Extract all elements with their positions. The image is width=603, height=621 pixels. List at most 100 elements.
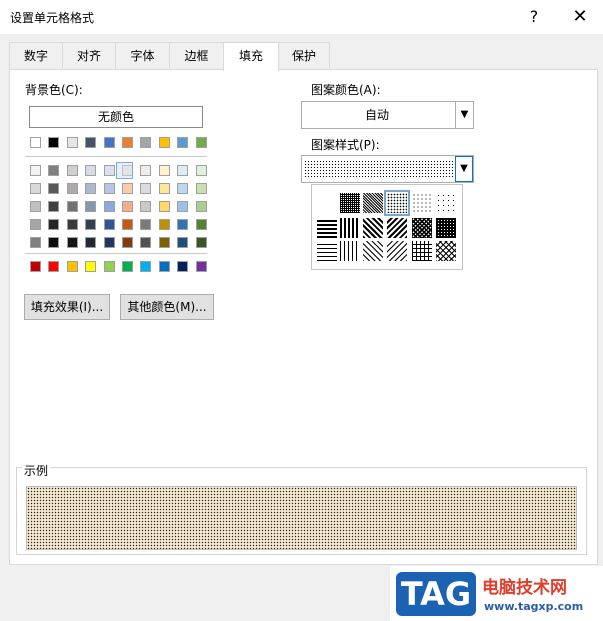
- fill-effects-button[interactable]: 填充效果(I)...: [24, 294, 110, 320]
- tint-color-swatch[interactable]: [195, 219, 207, 230]
- standard-color-swatch[interactable]: [66, 261, 78, 272]
- pattern-thin-vertical[interactable]: [340, 241, 360, 261]
- pattern-thin-horizontal[interactable]: [317, 241, 337, 261]
- tint-color-swatch[interactable]: [122, 183, 133, 194]
- tint-color-swatch[interactable]: [85, 165, 97, 176]
- standard-color-swatch[interactable]: [48, 261, 60, 272]
- tint-color-swatch[interactable]: [140, 183, 152, 194]
- theme-color-swatch[interactable]: [177, 137, 189, 148]
- tint-color-swatch[interactable]: [158, 219, 170, 230]
- pattern-color-select[interactable]: 自动 ▼: [301, 101, 474, 129]
- tint-color-swatch[interactable]: [177, 165, 189, 176]
- tint-color-swatch[interactable]: [85, 219, 97, 230]
- standard-color-swatch[interactable]: [30, 261, 41, 272]
- tint-color-swatch[interactable]: [177, 219, 189, 230]
- chevron-down-icon[interactable]: ▼: [455, 102, 473, 128]
- tint-color-swatch[interactable]: [103, 237, 115, 248]
- tint-color-swatch[interactable]: [158, 201, 170, 212]
- standard-color-swatch[interactable]: [195, 261, 207, 272]
- pattern-6-gray[interactable]: [436, 193, 456, 213]
- tint-color-swatch[interactable]: [122, 219, 133, 230]
- tint-color-swatch[interactable]: [195, 165, 207, 176]
- more-colors-button[interactable]: 其他颜色(M)...: [120, 294, 214, 320]
- standard-color-swatch[interactable]: [85, 261, 97, 272]
- no-color-button[interactable]: 无颜色: [29, 106, 203, 128]
- pattern-reverse-diagonal[interactable]: [363, 218, 383, 238]
- tint-color-swatch[interactable]: [122, 237, 133, 248]
- theme-color-swatch[interactable]: [158, 137, 170, 148]
- tint-color-swatch[interactable]: [158, 183, 170, 194]
- tint-color-swatch[interactable]: [30, 165, 41, 176]
- close-button[interactable]: ✕: [560, 3, 600, 31]
- tint-color-swatch[interactable]: [30, 201, 41, 212]
- theme-color-swatch[interactable]: [140, 137, 152, 148]
- tint-color-swatch[interactable]: [177, 201, 189, 212]
- tab-border[interactable]: 边框: [169, 42, 224, 69]
- pattern-diagonal-crosshatch[interactable]: [412, 218, 432, 238]
- tint-color-swatch[interactable]: [103, 183, 115, 194]
- standard-color-swatch[interactable]: [122, 261, 133, 272]
- standard-color-swatch[interactable]: [103, 261, 115, 272]
- pattern-thin-crosshatch[interactable]: [412, 241, 432, 261]
- tint-color-swatch[interactable]: [140, 219, 152, 230]
- tab-protection[interactable]: 保护: [278, 42, 330, 69]
- pattern-thin-reverse-diagonal[interactable]: [363, 241, 383, 261]
- tint-color-swatch[interactable]: [48, 165, 60, 176]
- tint-color-swatch[interactable]: [66, 165, 78, 176]
- pattern-12-gray[interactable]: [412, 193, 432, 213]
- tint-color-swatch[interactable]: [66, 201, 78, 212]
- pattern-diagonal-stripe[interactable]: [387, 218, 407, 238]
- tint-color-swatch[interactable]: [158, 165, 170, 176]
- tint-color-swatch[interactable]: [103, 219, 115, 230]
- pattern-thick-crosshatch[interactable]: [436, 218, 456, 238]
- tint-color-swatch[interactable]: [177, 237, 189, 248]
- pattern-50-gray[interactable]: [363, 193, 383, 213]
- tint-color-swatch[interactable]: [195, 183, 207, 194]
- tint-color-swatch[interactable]: [48, 183, 60, 194]
- theme-color-swatch[interactable]: [66, 137, 78, 148]
- tint-color-swatch[interactable]: [85, 201, 97, 212]
- standard-color-swatch[interactable]: [140, 261, 152, 272]
- tint-color-swatch[interactable]: [85, 237, 97, 248]
- theme-color-swatch[interactable]: [103, 137, 115, 148]
- tint-color-swatch[interactable]: [30, 183, 41, 194]
- tint-color-swatch[interactable]: [66, 237, 78, 248]
- pattern-25-gray[interactable]: [384, 190, 410, 216]
- tint-color-swatch[interactable]: [122, 201, 133, 212]
- pattern-vertical-stripe[interactable]: [340, 218, 360, 238]
- tint-color-swatch[interactable]: [48, 201, 60, 212]
- tint-color-swatch[interactable]: [66, 183, 78, 194]
- chevron-down-icon[interactable]: ▼: [455, 156, 473, 182]
- standard-color-swatch[interactable]: [177, 261, 189, 272]
- tint-color-swatch[interactable]: [195, 201, 207, 212]
- tint-color-swatch[interactable]: [158, 237, 170, 248]
- tint-color-swatch[interactable]: [85, 183, 97, 194]
- tab-alignment[interactable]: 对齐: [62, 42, 116, 69]
- pattern-style-select[interactable]: ▼: [301, 155, 474, 183]
- theme-color-swatch[interactable]: [195, 137, 207, 148]
- tab-fill[interactable]: 填充: [223, 42, 279, 71]
- theme-color-swatch[interactable]: [122, 137, 133, 148]
- standard-color-swatch[interactable]: [158, 261, 170, 272]
- tint-color-swatch[interactable]: [48, 219, 60, 230]
- pattern-thin-diagonal[interactable]: [387, 241, 407, 261]
- tint-color-swatch[interactable]: [30, 219, 41, 230]
- tint-color-swatch[interactable]: [103, 165, 115, 176]
- help-button[interactable]: ?: [514, 3, 554, 31]
- tint-color-swatch[interactable]: [48, 237, 60, 248]
- pattern-75-gray[interactable]: [340, 193, 360, 213]
- tab-number[interactable]: 数字: [9, 42, 63, 69]
- tab-font[interactable]: 字体: [115, 42, 170, 69]
- tint-color-swatch[interactable]: [140, 165, 152, 176]
- tint-color-swatch[interactable]: [30, 237, 41, 248]
- tint-color-swatch[interactable]: [177, 183, 189, 194]
- tint-color-swatch[interactable]: [103, 201, 115, 212]
- tint-color-swatch[interactable]: [195, 237, 207, 248]
- theme-color-swatch[interactable]: [30, 137, 41, 148]
- pattern-thin-diagonal-crosshatch[interactable]: [436, 241, 456, 261]
- theme-color-swatch[interactable]: [85, 137, 97, 148]
- tint-color-swatch[interactable]: [140, 237, 152, 248]
- pattern-horizontal-stripe[interactable]: [317, 218, 337, 238]
- theme-color-swatch[interactable]: [48, 137, 60, 148]
- tint-color-swatch[interactable]: [140, 201, 152, 212]
